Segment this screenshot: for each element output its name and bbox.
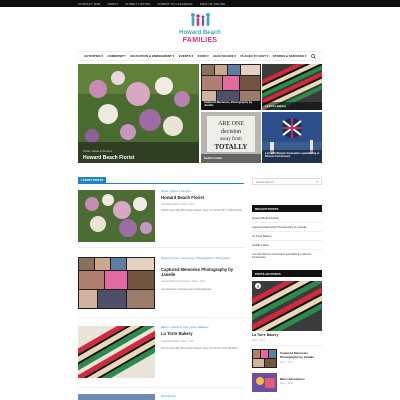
post-byline: howardbeachfam • May 1, 2017 (161, 203, 195, 206)
archive-select-value: Select Month (256, 179, 274, 184)
post-thumbnail-photography[interactable] (78, 257, 155, 309)
hero-tile-title[interactable]: Lori with Women Counselors specializing … (265, 152, 320, 158)
sidebar-divider (252, 231, 322, 232)
recent-post-link[interactable]: Lori with Women Counselors specializing … (252, 253, 322, 259)
post-category[interactable]: Photo Services • Community • Photographe… (161, 257, 243, 260)
search-icon[interactable] (311, 53, 316, 59)
hero-tile-health[interactable]: ARE ONE decision away from TOTALLY Healt… (201, 112, 261, 163)
nav-food[interactable]: Food ▾ (198, 54, 209, 58)
hero-tile-counselors[interactable]: Lori with Women Counselors specializing … (262, 112, 322, 163)
post-excerpt: www.facebook.com/capturedmemoriesbyjanel… (161, 288, 212, 291)
bakery-thumbnail-image (78, 326, 155, 378)
post-title[interactable]: La Torre Bakery (161, 331, 243, 336)
recent-post-link[interactable]: Captured Memories Photography by Janelle (252, 225, 322, 230)
recent-posts-heading: Recent Posts (252, 205, 322, 212)
photography-thumbnail-image (78, 257, 155, 309)
hero-crumb[interactable]: Florist • Stores & Services (83, 150, 112, 153)
florist-thumbnail-image (78, 190, 155, 242)
hero-tile-title[interactable]: La Torre Bakery (265, 104, 286, 108)
svg-text:ARE ONE: ARE ONE (218, 121, 244, 127)
family-figures-icon (191, 13, 210, 26)
topbar-link-about[interactable]: About (108, 2, 119, 6)
hero-tile-title[interactable]: Captured Memories Photography by Janelle (204, 100, 258, 107)
hero-tile-photography[interactable]: Captured Memories Photography by Janelle (201, 64, 261, 110)
post-divider (78, 317, 244, 318)
svg-text:TOTALLY: TOTALLY (215, 143, 248, 151)
popular-bakery-image: 1 (252, 281, 322, 331)
post-category[interactable]: Florist • Stores & Services (161, 190, 191, 193)
popular-featured-date: May 1, 2017 (252, 339, 266, 342)
topbar-link-contact[interactable]: Contact Bob (78, 2, 101, 6)
nav-events[interactable]: Events ▾ (179, 54, 193, 58)
top-bar: Contact Bob About Submit Listing Submit … (0, 0, 400, 7)
post-thumbnail-florist[interactable] (78, 190, 155, 242)
popular-thumbnail[interactable] (252, 349, 277, 368)
post-thumbnail-partial[interactable] (78, 394, 155, 400)
nav-places[interactable]: Places to Visit ▾ (240, 54, 268, 58)
popular-featured-title[interactable]: La Torre Bakery (252, 333, 278, 337)
recent-post-link[interactable]: Howard Beach Florist (252, 216, 322, 221)
topbar-link-submit-listing[interactable]: Submit Listing (125, 2, 150, 6)
logo-text-bottom: FAMILIES (182, 37, 218, 44)
nav-healthcare[interactable]: Healthcare ▾ (213, 54, 236, 58)
post-excerpt: 159-05 Cross Bay Blvd Howard Beach, New … (161, 209, 242, 216)
post-divider (78, 247, 244, 248)
post-category[interactable]: Photography (161, 395, 176, 398)
popular-date: May 1, 2017 (280, 382, 294, 385)
popular-posts-heading: Popular Posts (252, 270, 322, 277)
nav-stores[interactable]: Stores & Services ▾ (273, 54, 307, 58)
post-divider (78, 387, 244, 388)
florist-bouquet-image (78, 64, 199, 163)
hero-featured-florist[interactable]: Florist • Stores & Services Howard Beach… (78, 64, 199, 163)
popular-thumbnail[interactable] (252, 373, 277, 392)
popular-date: May 1, 2017 (280, 361, 294, 364)
section-divider (78, 183, 244, 184)
topbar-link-submit-calendar[interactable]: Submit to Calendar (158, 2, 193, 6)
archive-month-select[interactable]: Select Month ▾ (252, 178, 322, 185)
hero-tile-title[interactable]: Health Coach (204, 156, 222, 160)
popular-title[interactable]: Mass Adventures (280, 377, 305, 381)
logo-text-top: Howard Beach (179, 30, 221, 36)
nav-community[interactable]: Community (107, 54, 126, 58)
hero-tile-bakery[interactable]: La Torre Bakery (262, 64, 322, 110)
recent-post-link[interactable]: Health Coach (252, 243, 322, 248)
sidebar-divider (252, 222, 322, 223)
svg-text:decision: decision (221, 129, 241, 135)
recent-post-link[interactable]: La Torre Bakery (252, 234, 322, 239)
popular-adventures-image (252, 373, 277, 392)
hero-title[interactable]: Howard Beach Florist (83, 155, 134, 161)
nav-education[interactable]: Education & Enrichment ▾ (130, 54, 174, 58)
post-title[interactable]: Howard Beach Florist (161, 195, 243, 200)
post-title[interactable]: Captured Memories Photography by Janelle (161, 267, 243, 278)
sidebar-divider (252, 345, 322, 346)
sidebar-divider (252, 249, 322, 250)
svg-text:away from: away from (220, 137, 242, 142)
post-byline: Laurette Wolenberg-Thome • May 1, 2017 (161, 280, 206, 283)
post-thumbnail-bakery[interactable] (78, 326, 155, 378)
post-excerpt: 157-10 Cross Bay Blvd Howard Beach, New … (161, 347, 241, 350)
popular-photo-image (252, 349, 277, 368)
main-nav: Activities ▾ Community Education & Enric… (78, 51, 322, 61)
site-logo[interactable]: Howard Beach FAMILIES (170, 12, 230, 46)
post-category[interactable]: Bakery • Places to Visit • Food • Bakeri… (161, 326, 208, 329)
popular-featured-thumbnail[interactable]: 1 (252, 281, 322, 331)
nav-activities[interactable]: Activities ▾ (84, 54, 103, 58)
sidebar-divider (252, 240, 322, 241)
chevron-down-icon: ▾ (316, 179, 318, 184)
topbar-link-signup[interactable]: Sign Up Online (200, 2, 226, 6)
popular-title[interactable]: Captured Memories Photography by Janelle (280, 351, 322, 359)
post-byline: howardbeachfam • May 1, 2017 (161, 340, 195, 343)
